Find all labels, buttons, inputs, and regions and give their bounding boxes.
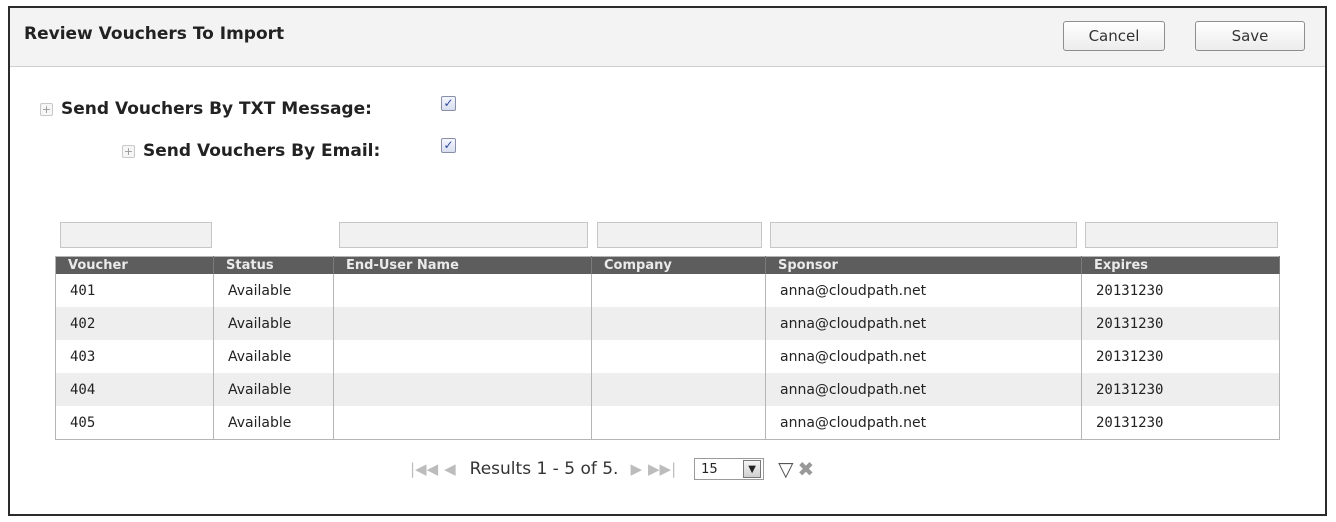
table-row[interactable]: 405 Available anna@cloudpath.net 2013123… — [55, 406, 1280, 440]
table-row[interactable]: 402 Available anna@cloudpath.net 2013123… — [55, 307, 1280, 340]
voucher-cell: 402 — [55, 307, 214, 340]
status-cell: Available — [213, 406, 334, 440]
sponsor-cell: anna@cloudpath.net — [765, 373, 1082, 406]
dialog-title: Review Vouchers To Import — [24, 24, 285, 44]
vouchers-table: Voucher Status End-User Name Company Spo… — [55, 256, 1280, 440]
status-cell: Available — [213, 373, 334, 406]
cancel-button[interactable]: Cancel — [1063, 21, 1165, 51]
voucher-filter-input[interactable] — [60, 222, 212, 248]
prev-page-icon[interactable]: ◀ — [444, 460, 456, 478]
end-user-name-cell — [333, 406, 592, 440]
pagination-bar: |◀◀ ◀ Results 1 - 5 of 5. ▶ ▶▶| 15 ▼ ▽ ✖ — [410, 456, 814, 482]
next-page-icon[interactable]: ▶ — [630, 460, 642, 478]
status-cell: Available — [213, 274, 334, 307]
email-option-label: Send Vouchers By Email: — [143, 141, 381, 161]
column-header-status[interactable]: Status — [213, 256, 334, 274]
txt-option-label: Send Vouchers By TXT Message: — [61, 99, 372, 119]
end-user-name-cell — [333, 340, 592, 373]
end-user-name-cell — [333, 373, 592, 406]
expires-cell: 20131230 — [1081, 274, 1280, 307]
first-page-icon[interactable]: |◀◀ — [410, 460, 438, 478]
expires-cell: 20131230 — [1081, 340, 1280, 373]
expires-filter-input[interactable] — [1085, 222, 1278, 248]
end-user-name-cell — [333, 274, 592, 307]
dialog-header: Review Vouchers To Import Cancel Save — [10, 8, 1325, 67]
company-cell — [591, 307, 766, 340]
expand-email-icon[interactable]: + — [122, 144, 135, 158]
company-cell — [591, 274, 766, 307]
sponsor-cell: anna@cloudpath.net — [765, 340, 1082, 373]
sponsor-filter-input[interactable] — [770, 222, 1077, 248]
expires-cell: 20131230 — [1081, 307, 1280, 340]
table-row[interactable]: 404 Available anna@cloudpath.net 2013123… — [55, 373, 1280, 406]
column-header-expires[interactable]: Expires — [1081, 256, 1280, 274]
column-header-end-user-name[interactable]: End-User Name — [333, 256, 592, 274]
table-row[interactable]: 401 Available anna@cloudpath.net 2013123… — [55, 274, 1280, 307]
expires-cell: 20131230 — [1081, 373, 1280, 406]
sponsor-cell: anna@cloudpath.net — [765, 406, 1082, 440]
clear-filter-icon[interactable]: ✖ — [798, 457, 815, 481]
company-cell — [591, 406, 766, 440]
last-page-icon[interactable]: ▶▶| — [648, 460, 676, 478]
email-checkbox[interactable]: ✓ — [441, 138, 456, 153]
voucher-cell: 403 — [55, 340, 214, 373]
expires-cell: 20131230 — [1081, 406, 1280, 440]
voucher-import-dialog: Review Vouchers To Import Cancel Save + … — [8, 6, 1327, 516]
page-size-value: 15 — [701, 461, 718, 477]
end-user-name-cell — [333, 307, 592, 340]
email-option-row: + Send Vouchers By Email: — [122, 141, 380, 161]
txt-option-row: + Send Vouchers By TXT Message: — [40, 99, 372, 119]
table-row[interactable]: 403 Available anna@cloudpath.net 2013123… — [55, 340, 1280, 373]
page-size-select[interactable]: 15 ▼ — [694, 458, 765, 480]
results-count: Results 1 - 5 of 5. — [469, 459, 619, 479]
expand-txt-icon[interactable]: + — [40, 102, 53, 116]
company-cell — [591, 340, 766, 373]
voucher-cell: 405 — [55, 406, 214, 440]
txt-checkbox[interactable]: ✓ — [441, 96, 456, 111]
status-cell: Available — [213, 307, 334, 340]
sponsor-cell: anna@cloudpath.net — [765, 307, 1082, 340]
column-header-company[interactable]: Company — [591, 256, 766, 274]
voucher-cell: 401 — [55, 274, 214, 307]
company-cell — [591, 373, 766, 406]
column-header-voucher[interactable]: Voucher — [55, 256, 214, 274]
chevron-down-icon[interactable]: ▼ — [743, 460, 762, 478]
company-filter-input[interactable] — [597, 222, 762, 248]
save-button[interactable]: Save — [1195, 21, 1305, 51]
sponsor-cell: anna@cloudpath.net — [765, 274, 1082, 307]
table-header-row: Voucher Status End-User Name Company Spo… — [55, 256, 1280, 274]
voucher-cell: 404 — [55, 373, 214, 406]
filter-icon[interactable]: ▽ — [778, 457, 793, 481]
end-user-name-filter-input[interactable] — [339, 222, 588, 248]
status-cell: Available — [213, 340, 334, 373]
column-header-sponsor[interactable]: Sponsor — [765, 256, 1082, 274]
